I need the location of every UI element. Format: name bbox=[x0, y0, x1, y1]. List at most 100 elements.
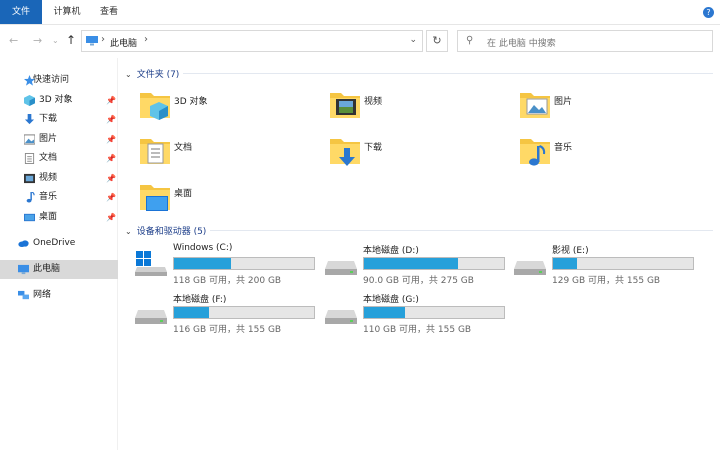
drive-c[interactable]: Windows (C:) 118 GB 可用，共 200 GB bbox=[134, 243, 324, 286]
pin-icon[interactable]: 📌 bbox=[106, 149, 116, 168]
section-divider bbox=[210, 230, 713, 231]
collapse-chevron-icon[interactable]: ⌄ bbox=[125, 70, 132, 79]
drive-usage-bar bbox=[363, 257, 505, 270]
up-arrow-icon[interactable]: ↑ bbox=[66, 33, 76, 47]
pictures-icon bbox=[24, 134, 35, 145]
drive-name: 影视 (E:) bbox=[552, 246, 589, 256]
drive-capacity-text: 110 GB 可用，共 155 GB bbox=[363, 325, 472, 335]
pin-icon[interactable]: 📌 bbox=[106, 91, 116, 110]
drive-usage-bar bbox=[363, 306, 505, 319]
folder-desktop[interactable]: 桌面 bbox=[138, 180, 318, 226]
tab-computer[interactable]: 计算机 bbox=[50, 0, 84, 24]
documents-folder-icon bbox=[140, 139, 170, 164]
folder-documents[interactable]: 文档 bbox=[138, 134, 318, 180]
back-arrow-icon[interactable]: ← bbox=[9, 34, 18, 47]
folder-music[interactable]: 音乐 bbox=[518, 134, 698, 180]
collapse-chevron-icon[interactable]: ⌄ bbox=[125, 227, 132, 236]
pin-icon[interactable]: 📌 bbox=[106, 169, 116, 188]
tab-file[interactable]: 文件 bbox=[0, 0, 42, 24]
drive-capacity-text: 116 GB 可用，共 155 GB bbox=[173, 325, 282, 335]
sidebar-item-onedrive[interactable]: OneDrive bbox=[0, 234, 118, 253]
pin-icon[interactable]: 📌 bbox=[106, 208, 116, 227]
drive-name: 本地磁盘 (F:) bbox=[173, 295, 227, 305]
drives-header-label: 设备和驱动器 (5) bbox=[136, 227, 207, 237]
folder-pictures[interactable]: 图片 bbox=[518, 88, 698, 134]
drives-section-header[interactable]: ⌄ 设备和驱动器 (5) bbox=[125, 224, 206, 237]
drive-usage-fill bbox=[553, 258, 577, 269]
drive-d[interactable]: 本地磁盘 (D:) 90.0 GB 可用，共 275 GB bbox=[324, 243, 514, 286]
sidebar-item-network[interactable]: 网络 bbox=[0, 286, 118, 305]
sidebar-item-label: 音乐 bbox=[39, 192, 58, 202]
refresh-button[interactable]: ↻ bbox=[426, 30, 448, 52]
drive-f[interactable]: 本地磁盘 (F:) 116 GB 可用，共 155 GB bbox=[134, 292, 324, 335]
onedrive-cloud-icon bbox=[18, 240, 29, 248]
sidebar-item-music[interactable]: 音乐 📌 bbox=[0, 188, 118, 207]
sidebar-item-this-pc[interactable]: 此电脑 bbox=[0, 260, 118, 279]
drive-usage-fill bbox=[174, 307, 209, 318]
drive-capacity-text: 90.0 GB 可用，共 275 GB bbox=[363, 276, 474, 286]
sidebar-item-desktop[interactable]: 桌面 📌 bbox=[0, 208, 118, 227]
breadcrumb-separator[interactable]: › bbox=[101, 34, 105, 45]
section-divider bbox=[183, 73, 713, 74]
folder-name: 音乐 bbox=[554, 143, 573, 153]
sidebar-item-label: 视频 bbox=[39, 173, 58, 183]
drive-name: 本地磁盘 (G:) bbox=[363, 295, 419, 305]
drive-g[interactable]: 本地磁盘 (G:) 110 GB 可用，共 155 GB bbox=[324, 292, 514, 335]
sidebar-item-label: 快速访问 bbox=[33, 75, 70, 85]
drive-capacity-text: 129 GB 可用，共 155 GB bbox=[552, 276, 661, 286]
drive-name: 本地磁盘 (D:) bbox=[363, 246, 419, 256]
recent-locations-chevron-icon[interactable]: ⌄ bbox=[52, 36, 59, 45]
pictures-folder-icon bbox=[520, 93, 550, 118]
search-icon: ⚲ bbox=[466, 35, 474, 46]
folder-videos[interactable]: 视频 bbox=[328, 88, 508, 134]
folder-name: 视频 bbox=[364, 97, 383, 107]
drive-capacity-text: 118 GB 可用，共 200 GB bbox=[173, 276, 282, 286]
folders-section-header[interactable]: ⌄ 文件夹 (7) bbox=[125, 67, 179, 80]
help-icon[interactable]: ? bbox=[703, 7, 714, 18]
drive-usage-bar bbox=[552, 257, 694, 270]
downloads-icon bbox=[24, 114, 35, 125]
pin-icon[interactable]: 📌 bbox=[106, 188, 116, 207]
3d-objects-folder-icon bbox=[140, 93, 170, 120]
sidebar-item-label: 此电脑 bbox=[33, 264, 61, 274]
folder-name: 文档 bbox=[174, 143, 193, 153]
sidebar-item-label: 文档 bbox=[39, 153, 58, 163]
videos-folder-icon bbox=[330, 93, 360, 118]
folder-name: 下载 bbox=[364, 143, 383, 153]
sidebar-item-3d-objects[interactable]: 3D 对象 📌 bbox=[0, 91, 118, 110]
drive-usage-fill bbox=[364, 258, 458, 269]
address-dropdown-icon[interactable]: ⌄ bbox=[409, 35, 417, 45]
folder-3d-objects[interactable]: 3D 对象 bbox=[138, 88, 318, 134]
computer-icon bbox=[18, 264, 29, 275]
address-bar[interactable]: › 此电脑 › ⌄ bbox=[81, 30, 423, 52]
search-input[interactable]: ⚲ 在 此电脑 中搜索 bbox=[457, 30, 713, 52]
sidebar-item-label: 3D 对象 bbox=[39, 95, 73, 105]
drive-e[interactable]: 影视 (E:) 129 GB 可用，共 155 GB bbox=[513, 243, 703, 286]
sidebar-item-downloads[interactable]: 下载 📌 bbox=[0, 110, 118, 129]
drive-usage-bar bbox=[173, 257, 315, 270]
drive-usage-fill bbox=[364, 307, 405, 318]
forward-arrow-icon[interactable]: → bbox=[33, 34, 42, 47]
downloads-folder-icon bbox=[330, 139, 360, 166]
breadcrumb-separator[interactable]: › bbox=[144, 34, 148, 45]
hard-drive-icon bbox=[514, 261, 546, 275]
pin-icon[interactable]: 📌 bbox=[106, 130, 116, 149]
breadcrumb-this-pc[interactable]: 此电脑 bbox=[110, 36, 137, 49]
folder-name: 图片 bbox=[554, 97, 573, 107]
ribbon: 文件 计算机 查看 ? bbox=[0, 0, 720, 25]
sidebar-item-pictures[interactable]: 图片 📌 bbox=[0, 130, 118, 149]
hard-drive-icon bbox=[135, 310, 167, 324]
tab-view[interactable]: 查看 bbox=[96, 0, 122, 24]
sidebar-item-videos[interactable]: 视频 📌 bbox=[0, 169, 118, 188]
navigation-bar: ← → ⌄ ↑ › 此电脑 › ⌄ ↻ ⚲ 在 此电脑 中搜索 bbox=[0, 25, 720, 58]
drive-usage-bar bbox=[173, 306, 315, 319]
sidebar-item-documents[interactable]: 文档 📌 bbox=[0, 149, 118, 168]
pin-icon[interactable]: 📌 bbox=[106, 110, 116, 129]
folder-downloads[interactable]: 下载 bbox=[328, 134, 508, 180]
sidebar-item-label: 桌面 bbox=[39, 212, 58, 222]
sidebar-item-label: 图片 bbox=[39, 134, 58, 144]
hard-drive-icon bbox=[325, 310, 357, 324]
desktop-icon bbox=[24, 213, 35, 222]
sidebar-item-quick-access[interactable]: 快速访问 bbox=[0, 71, 118, 90]
folder-name: 桌面 bbox=[174, 189, 193, 199]
